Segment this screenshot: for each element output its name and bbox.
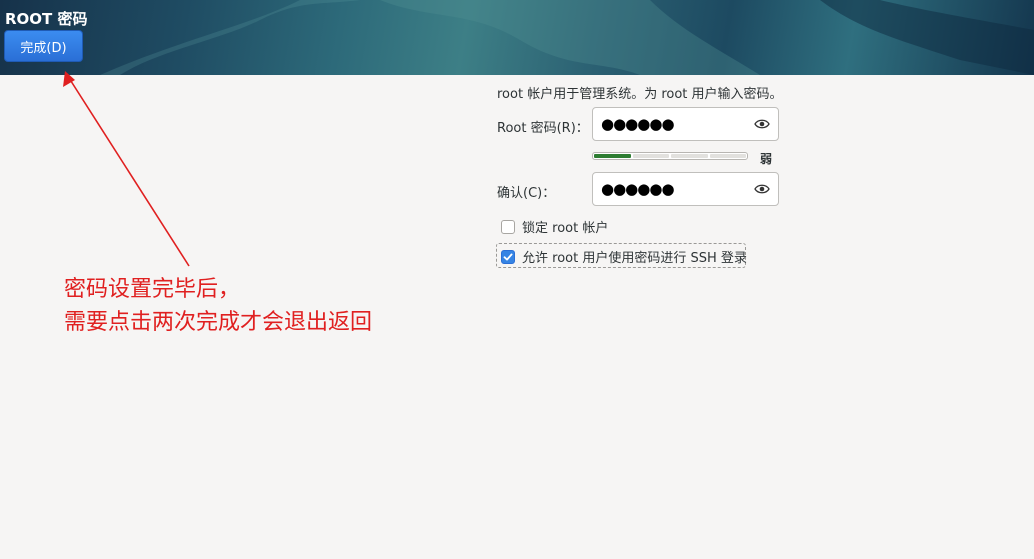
annotation-line-1: 密码设置完毕后， (64, 277, 241, 302)
annotation-line-2: 需要点击两次完成才会退出返回 (64, 310, 373, 335)
annotation-text: 密码设置完毕后， 需要点击两次完成才会退出返回 (64, 273, 372, 339)
